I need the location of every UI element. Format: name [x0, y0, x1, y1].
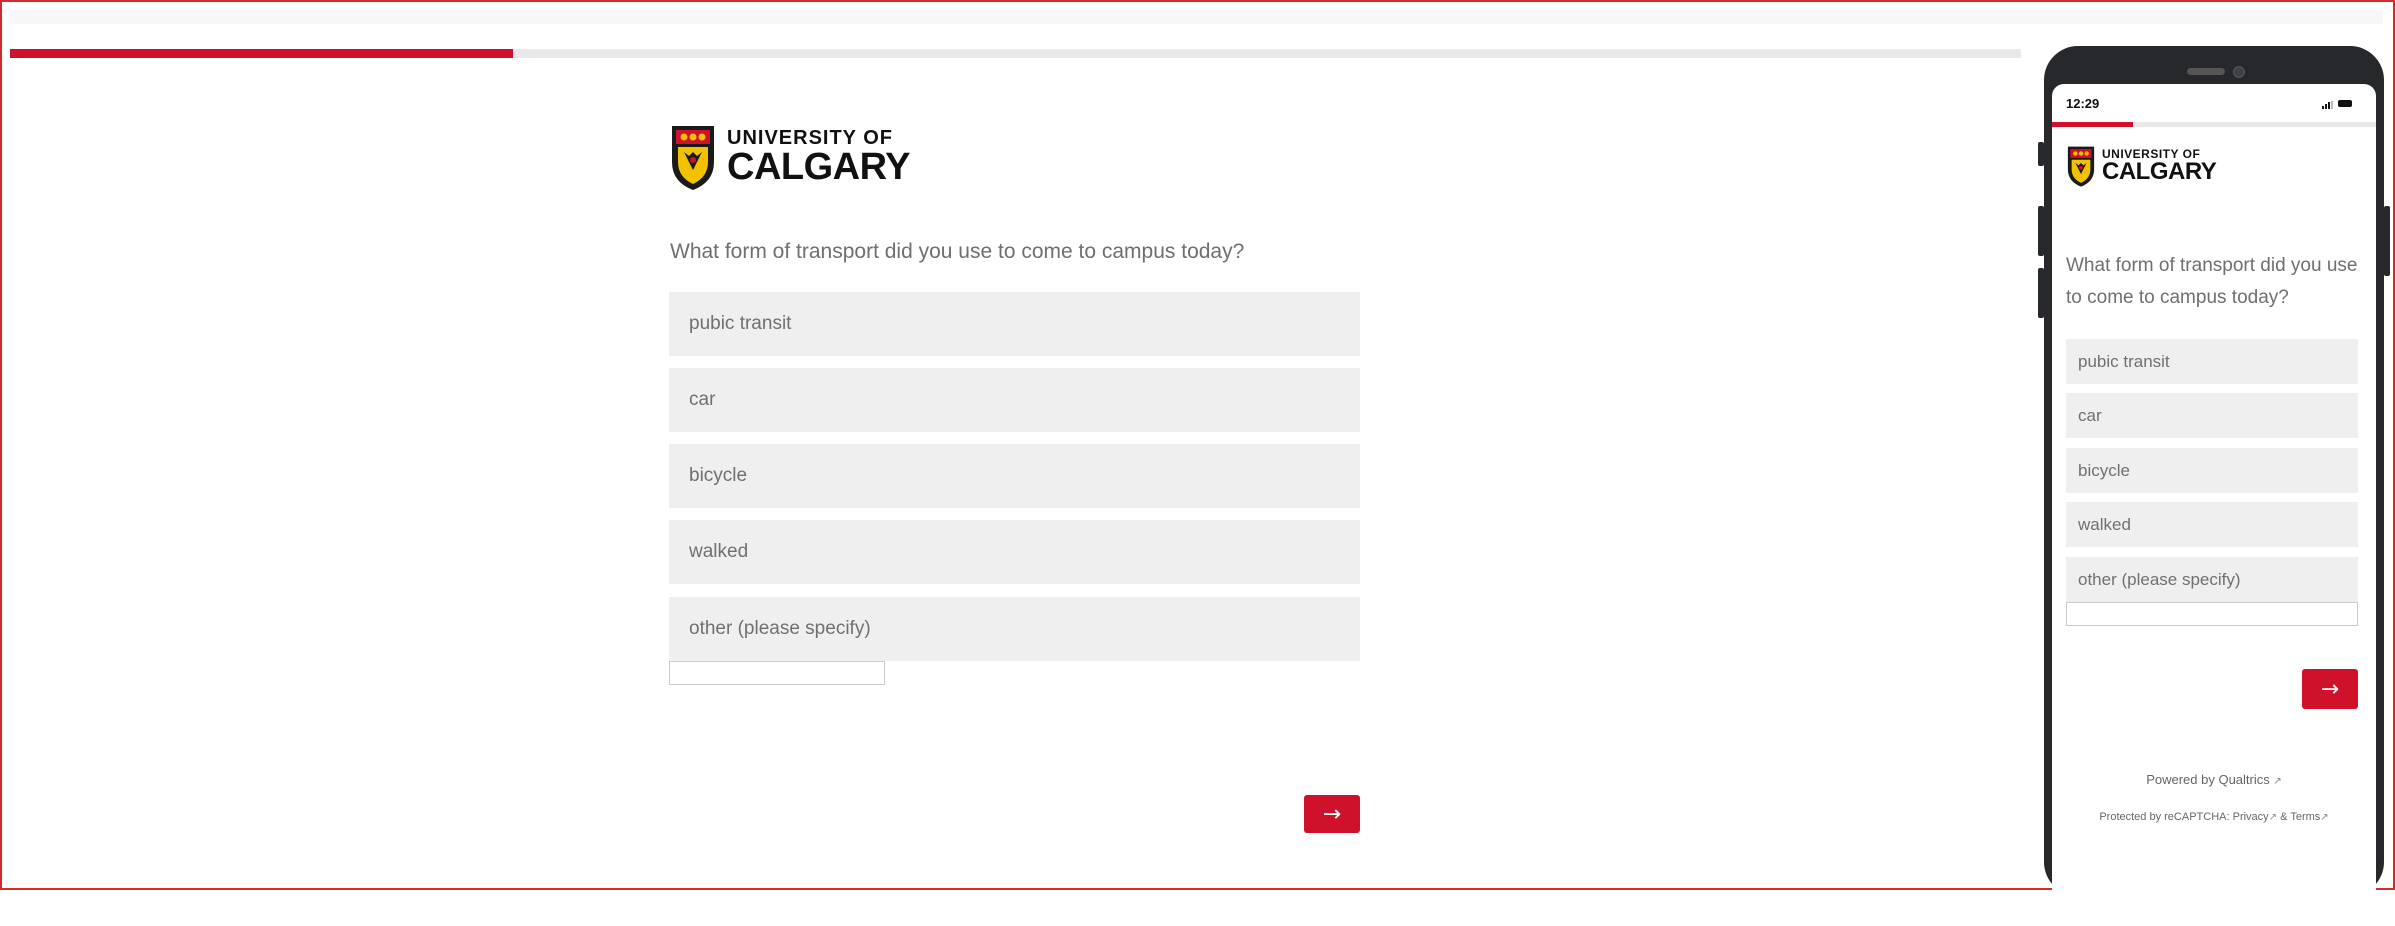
university-logo: UNIVERSITY OF CALGARY — [669, 122, 910, 192]
choice-label: pubic transit — [2078, 351, 2170, 371]
mobile-progress-bar-fill — [2052, 122, 2133, 127]
logo-wordmark: UNIVERSITY OF CALGARY — [727, 128, 910, 186]
phone-frame: 12:29 UNIVERSITY OF CALGARY What form of… — [2038, 46, 2390, 926]
battery-icon — [2338, 100, 2352, 107]
choice-label: pubic transit — [689, 313, 792, 334]
logo-line-1: UNIVERSITY OF — [727, 127, 893, 149]
choice-pubic-transit[interactable]: pubic transit — [669, 292, 1360, 356]
phone-volume-down — [2038, 268, 2044, 318]
choice-label: walked — [2078, 514, 2131, 534]
arrow-right-icon: → — [2320, 676, 2340, 702]
choice-label: car — [2078, 405, 2102, 425]
progress-bar-fill — [10, 49, 513, 58]
privacy-link[interactable]: Privacy — [2233, 811, 2269, 823]
mobile-next-button[interactable]: → — [2302, 669, 2358, 709]
logo-wordmark: UNIVERSITY OF CALGARY — [2102, 148, 2217, 185]
external-link-icon: ↗ — [2268, 812, 2278, 823]
question-text: What form of transport did you use to co… — [670, 240, 1245, 263]
progress-bar — [10, 49, 2021, 58]
choice-other[interactable]: other (please specify) — [669, 597, 1360, 661]
choice-label: bicycle — [2078, 460, 2130, 480]
mobile-progress-bar — [2052, 122, 2376, 127]
mobile-choice-other[interactable]: other (please specify) — [2066, 557, 2358, 602]
recaptcha-text: Protected by reCAPTCHA: — [2099, 811, 2230, 823]
university-crest-icon — [672, 126, 714, 190]
choice-label: bicycle — [689, 465, 748, 486]
mobile-choice-pubic-transit[interactable]: pubic transit — [2066, 339, 2358, 384]
mobile-university-logo: UNIVERSITY OF CALGARY — [2066, 144, 2217, 188]
choice-car[interactable]: car — [669, 368, 1360, 432]
powered-by-link[interactable]: Powered by Qualtrics — [2146, 772, 2270, 787]
external-link-icon: ↗ — [2273, 776, 2282, 787]
status-bar: 12:29 — [2052, 84, 2376, 120]
choice-label: other (please specify) — [689, 618, 871, 639]
other-specify-input[interactable] — [669, 661, 885, 685]
choice-walked[interactable]: walked — [669, 520, 1360, 584]
arrow-right-icon: → — [1322, 801, 1342, 827]
phone-speaker — [2187, 68, 2225, 75]
phone-screen: 12:29 UNIVERSITY OF CALGARY What form of… — [2052, 84, 2376, 926]
phone-power-button — [2384, 206, 2390, 276]
external-link-icon: ↗ — [2320, 812, 2329, 823]
powered-by-footer: Powered by Qualtrics ↗ — [2052, 772, 2376, 787]
status-time: 12:29 — [2066, 96, 2100, 111]
mobile-other-specify-input[interactable] — [2066, 602, 2358, 626]
mobile-choice-car[interactable]: car — [2066, 393, 2358, 438]
amp-text: & — [2280, 811, 2288, 823]
choice-bicycle[interactable]: bicycle — [669, 444, 1360, 508]
logo-line-2: CALGARY — [2102, 158, 2217, 185]
next-button[interactable]: → — [1304, 795, 1360, 833]
choice-label: car — [689, 389, 716, 410]
mobile-question-text: What form of transport did you use to co… — [2066, 255, 2358, 308]
mobile-choice-walked[interactable]: walked — [2066, 502, 2358, 547]
university-crest-icon — [2067, 146, 2095, 187]
choice-label: walked — [689, 541, 749, 562]
phone-camera — [2233, 66, 2245, 78]
mobile-choice-bicycle[interactable]: bicycle — [2066, 448, 2358, 493]
top-strip — [10, 10, 2383, 24]
recaptcha-footer: Protected by reCAPTCHA: Privacy↗ & Terms… — [2052, 811, 2376, 823]
logo-line-2: CALGARY — [727, 146, 910, 188]
choice-label: other (please specify) — [2078, 569, 2241, 589]
phone-volume-up — [2038, 206, 2044, 256]
terms-link[interactable]: Terms — [2290, 811, 2320, 823]
signal-icon — [2322, 101, 2333, 109]
phone-mute-switch — [2038, 142, 2044, 166]
